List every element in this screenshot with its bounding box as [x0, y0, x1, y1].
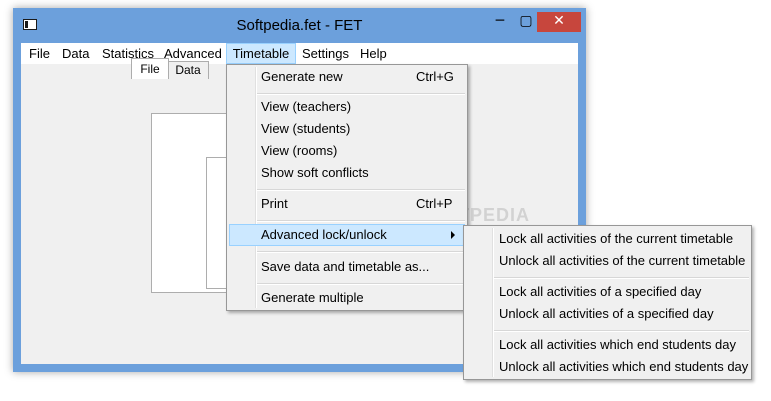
menu-item-label: Lock all activities which end students d…: [499, 337, 737, 352]
menu-separator: [257, 220, 465, 222]
menu-item-lock-end-day[interactable]: Lock all activities which end students d…: [466, 334, 749, 356]
menu-item-save-data[interactable]: Save data and timetable as...: [229, 256, 465, 278]
tab-file[interactable]: File: [131, 58, 169, 79]
menu-item-label: Print: [261, 196, 288, 211]
submenu-arrow-icon: [451, 231, 455, 239]
menu-item-generate-multiple[interactable]: Generate multiple: [229, 287, 465, 309]
menu-item-lock-day[interactable]: Lock all activities of a specified day: [466, 281, 749, 303]
menu-separator: [494, 277, 749, 279]
minimize-button[interactable]: ─: [488, 12, 512, 32]
menu-settings[interactable]: Settings: [302, 43, 349, 64]
menu-item-unlock-end-day[interactable]: Unlock all activities which end students…: [466, 356, 749, 378]
menu-item-label: Save data and timetable as...: [261, 259, 430, 274]
menu-file[interactable]: File: [29, 43, 50, 64]
menu-separator: [494, 330, 749, 332]
menu-separator: [257, 283, 465, 285]
menu-item-unlock-current[interactable]: Unlock all activities of the current tim…: [466, 250, 749, 272]
menu-item-label: Show soft conflicts: [261, 165, 369, 180]
menu-help[interactable]: Help: [360, 43, 387, 64]
menu-item-view-students[interactable]: View (students): [229, 118, 465, 140]
tab-data[interactable]: Data: [167, 61, 209, 79]
menu-item-advanced-lock-unlock[interactable]: Advanced lock/unlock: [229, 224, 465, 246]
title-bar[interactable]: Softpedia.fet - FET ─ ▢ ✕: [13, 8, 586, 41]
timetable-dropdown: Generate new Ctrl+G View (teachers) View…: [226, 64, 468, 311]
menu-item-label: Lock all activities of a specified day: [499, 284, 702, 299]
menu-item-shortcut: Ctrl+G: [416, 69, 454, 84]
menu-item-unlock-day[interactable]: Unlock all activities of a specified day: [466, 303, 749, 325]
menu-item-print[interactable]: Print Ctrl+P: [229, 193, 465, 215]
menu-item-label: View (rooms): [261, 143, 338, 158]
menu-bar: File Data Statistics Advanced Timetable …: [21, 43, 578, 64]
menu-item-show-soft-conflicts[interactable]: Show soft conflicts: [229, 162, 465, 184]
menu-separator: [257, 251, 465, 253]
menu-item-view-rooms[interactable]: View (rooms): [229, 140, 465, 162]
menu-item-lock-current[interactable]: Lock all activities of the current timet…: [466, 228, 749, 250]
menu-separator: [257, 189, 465, 191]
lock-unlock-submenu: Lock all activities of the current timet…: [463, 225, 752, 380]
close-button[interactable]: ✕: [537, 12, 581, 32]
menu-item-view-teachers[interactable]: View (teachers): [229, 96, 465, 118]
menu-item-label: Unlock all activities which end students…: [499, 359, 749, 374]
menu-timetable[interactable]: Timetable: [226, 43, 296, 64]
menu-item-label: Unlock all activities of a specified day: [499, 306, 714, 321]
menu-separator: [257, 93, 465, 95]
menu-item-generate-new[interactable]: Generate new Ctrl+G: [229, 66, 465, 88]
menu-item-label: View (students): [261, 121, 351, 136]
menu-item-label: Generate new: [261, 69, 343, 84]
menu-item-label: Unlock all activities of the current tim…: [499, 253, 746, 268]
maximize-button[interactable]: ▢: [514, 12, 538, 32]
menu-item-label: Lock all activities of the current timet…: [499, 231, 734, 246]
menu-item-label: View (teachers): [261, 99, 352, 114]
menu-item-shortcut: Ctrl+P: [416, 196, 453, 211]
menu-item-label: Advanced lock/unlock: [261, 227, 387, 242]
menu-data[interactable]: Data: [62, 43, 89, 64]
menu-item-label: Generate multiple: [261, 290, 364, 305]
